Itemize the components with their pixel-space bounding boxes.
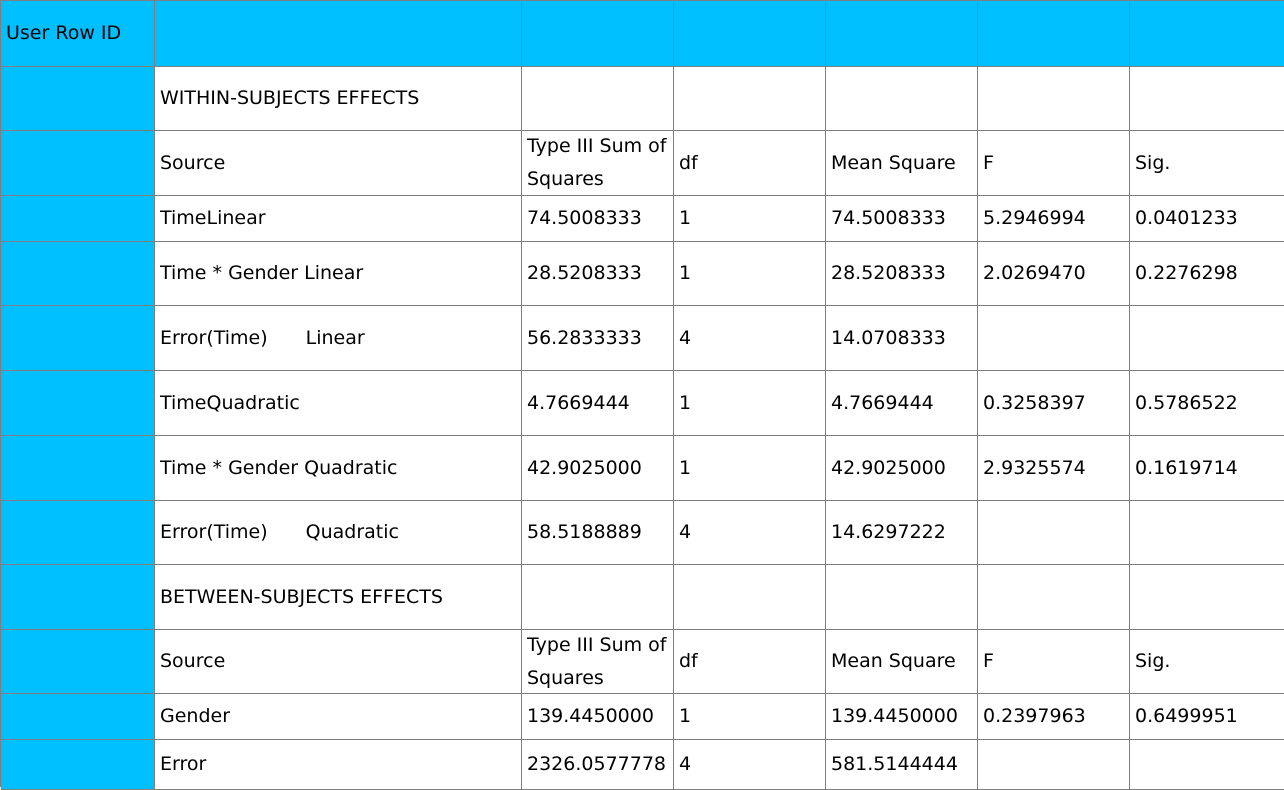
cell-sig[interactable]: 0.5786522 [1130, 371, 1284, 436]
col-label-ss[interactable]: Type III Sum of Squares [522, 131, 674, 196]
row-header[interactable] [1, 565, 155, 630]
col-label-ms[interactable]: Mean Square [826, 630, 978, 694]
cell-ms[interactable]: 42.9025000 [826, 436, 978, 501]
table-cell[interactable] [522, 565, 674, 630]
cell-f[interactable]: 0.3258397 [978, 371, 1130, 436]
col-label-sig[interactable]: Sig. [1130, 630, 1284, 694]
cell-ss[interactable]: 139.4450000 [522, 694, 674, 740]
cell-sig[interactable]: 0.1619714 [1130, 436, 1284, 501]
table-cell[interactable] [978, 565, 1130, 630]
cell-sig[interactable] [1130, 740, 1284, 790]
cell-df[interactable]: 4 [674, 501, 826, 565]
source-term: Error(Time) [160, 521, 268, 543]
col-label-df[interactable]: df [674, 630, 826, 694]
cell-df[interactable]: 1 [674, 371, 826, 436]
col-label-f[interactable]: F [978, 630, 1130, 694]
cell-f[interactable] [978, 501, 1130, 565]
cell-ms[interactable]: 4.7669444 [826, 371, 978, 436]
cell-ms[interactable]: 28.5208333 [826, 242, 978, 306]
cell-sig[interactable] [1130, 501, 1284, 565]
cell-df[interactable]: 4 [674, 740, 826, 790]
section-title-within[interactable]: WITHIN-SUBJECTS EFFECTS [155, 67, 522, 131]
cell-f[interactable] [978, 740, 1130, 790]
cell-ms[interactable]: 14.6297222 [826, 501, 978, 565]
row-header[interactable] [1, 306, 155, 371]
cell-ss[interactable]: 28.5208333 [522, 242, 674, 306]
table-cell[interactable] [674, 67, 826, 131]
col-label-ms[interactable]: Mean Square [826, 131, 978, 196]
cell-ss[interactable]: 4.7669444 [522, 371, 674, 436]
column-header[interactable] [155, 1, 522, 67]
cell-sig[interactable] [1130, 306, 1284, 371]
cell-ms[interactable]: 581.5144444 [826, 740, 978, 790]
col-label-f[interactable]: F [978, 131, 1130, 196]
cell-f[interactable] [978, 306, 1130, 371]
cell-source[interactable]: Error [155, 740, 522, 790]
section-title-between[interactable]: BETWEEN-SUBJECTS EFFECTS [155, 565, 522, 630]
cell-source[interactable]: Gender [155, 694, 522, 740]
cell-ms[interactable]: 14.0708333 [826, 306, 978, 371]
cell-df[interactable]: 1 [674, 436, 826, 501]
source-contrast: Linear [305, 326, 365, 349]
cell-ms[interactable]: 74.5008333 [826, 196, 978, 242]
cell-source[interactable]: Time * Gender Quadratic [155, 436, 522, 501]
source-contrast: Quadratic [305, 521, 399, 543]
cell-f[interactable]: 2.0269470 [978, 242, 1130, 306]
cell-df[interactable]: 1 [674, 242, 826, 306]
cell-f[interactable]: 5.2946994 [978, 196, 1130, 242]
column-header[interactable] [978, 1, 1130, 67]
cell-ss[interactable]: 2326.0577778 [522, 740, 674, 790]
column-header[interactable] [826, 1, 978, 67]
cell-sig[interactable]: 0.2276298 [1130, 242, 1284, 306]
cell-source[interactable]: Error(Time) Quadratic [155, 501, 522, 565]
table-cell[interactable] [674, 565, 826, 630]
cell-df[interactable]: 1 [674, 694, 826, 740]
row-header[interactable] [1, 131, 155, 196]
table-cell[interactable] [826, 67, 978, 131]
cell-source[interactable]: TimeQuadratic [155, 371, 522, 436]
table-cell[interactable] [1130, 67, 1284, 131]
cell-ms[interactable]: 139.4450000 [826, 694, 978, 740]
row-header[interactable] [1, 740, 155, 790]
table-cell[interactable] [1130, 565, 1284, 630]
column-header[interactable] [522, 1, 674, 67]
row-header[interactable] [1, 371, 155, 436]
col-label-sig[interactable]: Sig. [1130, 131, 1284, 196]
cell-df[interactable]: 1 [674, 196, 826, 242]
row-header[interactable] [1, 501, 155, 565]
source-term: Error(Time) [160, 326, 268, 349]
column-header-user-row-id[interactable]: User Row ID [1, 1, 155, 67]
row-header[interactable] [1, 196, 155, 242]
results-grid: User Row ID WITHIN-SUBJECTS EFFECTS Sour… [0, 0, 1284, 790]
table-cell[interactable] [978, 67, 1130, 131]
cell-ss[interactable]: 42.9025000 [522, 436, 674, 501]
table-cell[interactable] [826, 565, 978, 630]
cell-ss[interactable]: 74.5008333 [522, 196, 674, 242]
col-label-source[interactable]: Source [155, 630, 522, 694]
col-label-source[interactable]: Source [155, 131, 522, 196]
cell-source[interactable]: Error(Time) Linear [155, 306, 522, 371]
row-header[interactable] [1, 67, 155, 131]
cell-f[interactable]: 2.9325574 [978, 436, 1130, 501]
row-header[interactable] [1, 630, 155, 694]
row-header[interactable] [1, 694, 155, 740]
column-header[interactable] [674, 1, 826, 67]
col-label-df[interactable]: df [674, 131, 826, 196]
column-header-label: User Row ID [6, 22, 122, 44]
column-header[interactable] [1130, 1, 1284, 67]
table-cell[interactable] [522, 67, 674, 131]
row-header[interactable] [1, 242, 155, 306]
cell-sig[interactable]: 0.6499951 [1130, 694, 1284, 740]
cell-f[interactable]: 0.2397963 [978, 694, 1130, 740]
col-label-ss[interactable]: Type III Sum of Squares [522, 630, 674, 694]
cell-source[interactable]: TimeLinear [155, 196, 522, 242]
cell-sig[interactable]: 0.0401233 [1130, 196, 1284, 242]
cell-source[interactable]: Time * Gender Linear [155, 242, 522, 306]
row-header[interactable] [1, 436, 155, 501]
cell-ss[interactable]: 58.5188889 [522, 501, 674, 565]
cell-df[interactable]: 4 [674, 306, 826, 371]
cell-ss[interactable]: 56.2833333 [522, 306, 674, 371]
